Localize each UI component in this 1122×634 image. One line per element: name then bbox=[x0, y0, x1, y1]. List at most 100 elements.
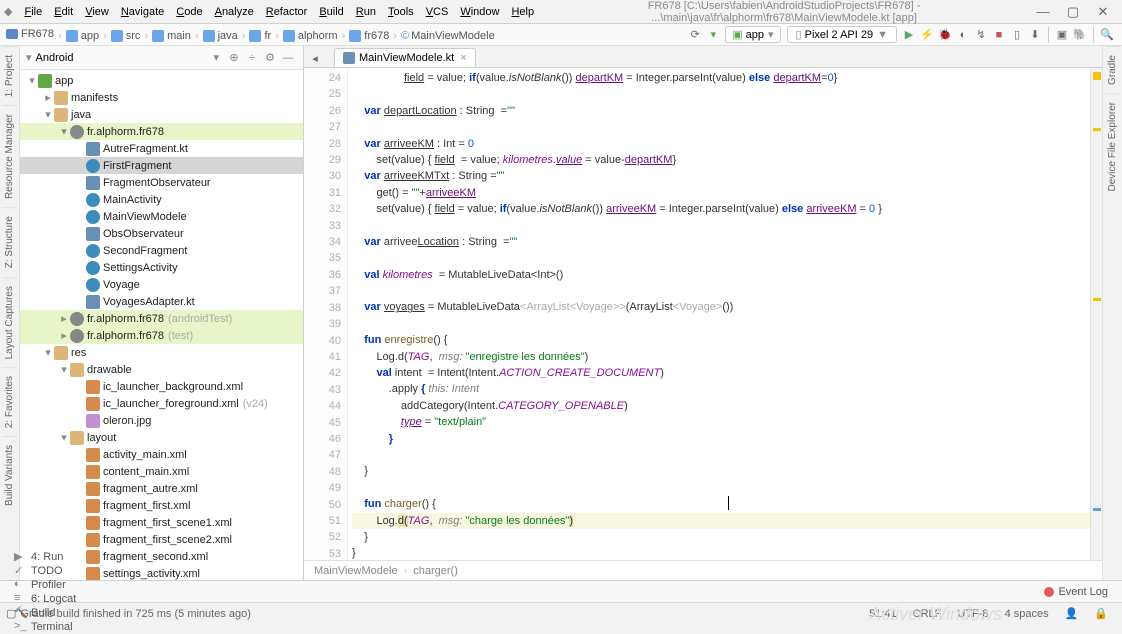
tree-node[interactable]: SettingsActivity bbox=[20, 259, 303, 276]
caret-position[interactable]: 51:41 bbox=[861, 608, 905, 620]
menu-refactor[interactable]: Refactor bbox=[260, 6, 314, 18]
sync-gradle-icon[interactable]: 🐘 bbox=[1071, 26, 1089, 44]
run-icon[interactable]: ▶ bbox=[900, 26, 918, 44]
menu-view[interactable]: View bbox=[79, 6, 115, 18]
error-stripe[interactable] bbox=[1090, 68, 1102, 560]
settings-icon[interactable]: ⚙ bbox=[261, 51, 279, 64]
project-tree[interactable]: ▾app▸manifests▾java▾fr.alphorm.fr678Autr… bbox=[20, 70, 303, 580]
tool-tab-buildvariants[interactable]: Build Variants bbox=[2, 436, 17, 514]
sync-icon[interactable]: ⟳ bbox=[686, 26, 704, 44]
apply-changes-icon[interactable]: ⚡ bbox=[918, 26, 936, 44]
analysis-status-icon[interactable] bbox=[1093, 72, 1101, 80]
tree-node[interactable]: ▾drawable bbox=[20, 361, 303, 378]
breadcrumb-segment[interactable]: ©MainViewModele bbox=[389, 30, 494, 42]
tree-node[interactable]: oleron.jpg bbox=[20, 412, 303, 429]
bottom-tab-logcat[interactable]: ≡6: Logcat bbox=[6, 592, 84, 606]
breadcrumb-segment[interactable]: java bbox=[191, 30, 238, 42]
tree-node[interactable]: ic_launcher_background.xml bbox=[20, 378, 303, 395]
tool-tab-project[interactable]: 1: Project bbox=[2, 46, 17, 105]
menu-window[interactable]: Window bbox=[454, 6, 505, 18]
tool-tab-devicefileexplorer[interactable]: Device File Explorer bbox=[1105, 93, 1120, 199]
collapse-icon[interactable]: ÷ bbox=[243, 52, 261, 64]
menu-vcs[interactable]: VCS bbox=[420, 6, 455, 18]
breadcrumb-class[interactable]: MainViewModele bbox=[314, 565, 413, 577]
tree-node[interactable]: content_main.xml bbox=[20, 463, 303, 480]
maximize-icon[interactable]: ▢ bbox=[1058, 4, 1088, 20]
avd-manager-icon[interactable]: ▯ bbox=[1008, 26, 1026, 44]
menu-run[interactable]: Run bbox=[350, 6, 382, 18]
line-separator[interactable]: CRLF bbox=[905, 608, 950, 620]
menu-navigate[interactable]: Navigate bbox=[115, 6, 170, 18]
bottom-tab-profiler[interactable]: ◐Profiler bbox=[6, 578, 84, 592]
tree-node[interactable]: ▾fr.alphorm.fr678 bbox=[20, 123, 303, 140]
tree-node[interactable]: ic_launcher_foreground.xml(v24) bbox=[20, 395, 303, 412]
bottom-tab-todo[interactable]: ✓TODO bbox=[6, 564, 84, 578]
tree-node[interactable]: VoyagesAdapter.kt bbox=[20, 293, 303, 310]
tree-node[interactable]: ▾java bbox=[20, 106, 303, 123]
tree-node[interactable]: AutreFragment.kt bbox=[20, 140, 303, 157]
tree-node[interactable]: fragment_autre.xml bbox=[20, 480, 303, 497]
tree-node[interactable]: ▸manifests bbox=[20, 89, 303, 106]
bottom-tab-run[interactable]: ▶4: Run bbox=[6, 550, 84, 564]
tool-tab-resourcemanager[interactable]: Resource Manager bbox=[2, 105, 17, 207]
menu-edit[interactable]: Edit bbox=[48, 6, 79, 18]
editor-tab[interactable]: MainViewModele.kt × bbox=[334, 48, 476, 67]
sdk-manager-icon[interactable]: ⬇ bbox=[1026, 26, 1044, 44]
tree-node[interactable]: FirstFragment bbox=[20, 157, 303, 174]
tool-tab-favorites[interactable]: 2: Favorites bbox=[2, 367, 17, 436]
menu-file[interactable]: File bbox=[18, 6, 48, 18]
project-view-selector[interactable]: Android bbox=[36, 52, 214, 64]
target-icon[interactable]: ⊕ bbox=[225, 51, 243, 64]
run-config-dropdown[interactable]: ▣ app ▾ bbox=[725, 26, 780, 43]
breadcrumb-segment[interactable]: app bbox=[54, 30, 99, 42]
project-structure-icon[interactable]: ▣ bbox=[1053, 26, 1071, 44]
tree-node[interactable]: ▸fr.alphorm.fr678(androidTest) bbox=[20, 310, 303, 327]
menu-tools[interactable]: Tools bbox=[382, 6, 420, 18]
tab-scroll-left-icon[interactable]: ◂ bbox=[306, 49, 324, 67]
close-tab-icon[interactable]: × bbox=[460, 52, 466, 64]
tree-node[interactable]: SecondFragment bbox=[20, 242, 303, 259]
breadcrumb-segment[interactable]: FR678 bbox=[6, 28, 54, 40]
file-encoding[interactable]: UTF-8 bbox=[949, 608, 996, 620]
tree-node[interactable]: ▾layout bbox=[20, 429, 303, 446]
hide-icon[interactable]: — bbox=[279, 52, 297, 64]
indent-setting[interactable]: 4 spaces bbox=[997, 608, 1057, 620]
line-gutter[interactable]: 2425262728293031323334353637383940414243… bbox=[304, 68, 348, 560]
search-everywhere-icon[interactable]: 🔍 bbox=[1098, 26, 1116, 44]
debug-icon[interactable]: 🐞 bbox=[936, 26, 954, 44]
context-icon[interactable]: 👤 bbox=[1057, 607, 1087, 620]
stop-icon[interactable]: ■ bbox=[990, 26, 1008, 44]
tree-node[interactable]: activity_main.xml bbox=[20, 446, 303, 463]
breadcrumb-segment[interactable]: alphorm bbox=[271, 30, 337, 42]
tree-node[interactable]: MainActivity bbox=[20, 191, 303, 208]
profiler-icon[interactable]: ◐ bbox=[954, 26, 972, 44]
breadcrumb-segment[interactable]: fr678 bbox=[338, 30, 390, 42]
close-window-icon[interactable]: ✕ bbox=[1088, 4, 1118, 20]
tree-node[interactable]: FragmentObservateur bbox=[20, 174, 303, 191]
tree-node[interactable]: MainViewModele bbox=[20, 208, 303, 225]
tree-node[interactable]: fragment_first_scene1.xml bbox=[20, 514, 303, 531]
tree-node[interactable]: fragment_first.xml bbox=[20, 497, 303, 514]
breadcrumb-segment[interactable]: fr bbox=[238, 30, 271, 42]
hammer-icon[interactable]: ▾ bbox=[704, 26, 722, 44]
tree-node[interactable]: ▾app bbox=[20, 72, 303, 89]
tree-node[interactable]: ▸fr.alphorm.fr678(test) bbox=[20, 327, 303, 344]
breadcrumb-segment[interactable]: src bbox=[99, 30, 140, 42]
code-editor[interactable]: field = value; if(value.isNotBlank()) de… bbox=[348, 68, 1090, 560]
tool-tab-zstructure[interactable]: Z: Structure bbox=[2, 207, 17, 276]
lock-icon[interactable]: 🔒 bbox=[1086, 607, 1116, 620]
tree-node[interactable]: Voyage bbox=[20, 276, 303, 293]
attach-debugger-icon[interactable]: ↯ bbox=[972, 26, 990, 44]
tool-tab-gradle[interactable]: Gradle bbox=[1105, 46, 1120, 93]
device-dropdown[interactable]: ▯ Pixel 2 API 29 ▼ bbox=[787, 26, 897, 43]
breadcrumb-segment[interactable]: main bbox=[140, 30, 191, 42]
tree-node[interactable]: fragment_first_scene2.xml bbox=[20, 531, 303, 548]
menu-help[interactable]: Help bbox=[505, 6, 540, 18]
minimize-icon[interactable]: — bbox=[1028, 4, 1058, 19]
menu-analyze[interactable]: Analyze bbox=[209, 6, 260, 18]
menu-code[interactable]: Code bbox=[170, 6, 208, 18]
breadcrumb-function[interactable]: charger() bbox=[413, 565, 470, 577]
tree-node[interactable]: ObsObservateur bbox=[20, 225, 303, 242]
bottom-tab-terminal[interactable]: >_Terminal bbox=[6, 620, 84, 634]
menu-build[interactable]: Build bbox=[313, 6, 349, 18]
